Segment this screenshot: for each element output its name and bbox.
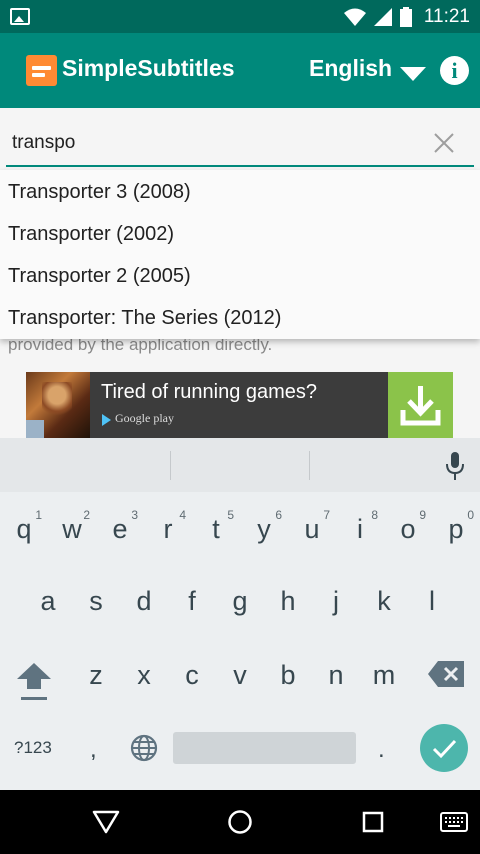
key-i[interactable]: 8i [336,508,384,545]
key-u[interactable]: 7u [288,508,336,545]
suggestion-divider [309,451,310,480]
comma-key[interactable]: , [90,736,97,764]
key-s[interactable]: s [72,586,120,617]
soft-keyboard: 1q 2w 3e 4r 5t 6y 7u 8i 9o 0p a s d f g … [0,438,480,790]
key-w[interactable]: 2w [48,508,96,545]
ad-banner[interactable]: Tired of running games? Google play [26,372,453,438]
key-l[interactable]: l [408,586,456,617]
key-q[interactable]: 1q [0,508,48,545]
suggestions-dropdown: Transporter 3 (2008) Transporter (2002) … [0,170,480,339]
space-key[interactable] [173,732,356,764]
app-logo-icon [26,55,57,86]
microphone-icon[interactable] [445,452,465,480]
suggestion-item[interactable]: Transporter 2 (2005) [0,255,480,297]
key-k[interactable]: k [360,586,408,617]
check-icon [432,739,457,759]
search-input[interactable] [12,128,392,158]
status-bar: 11:21 [0,0,480,33]
status-time: 11:21 [423,5,470,27]
recents-icon[interactable] [362,811,384,833]
key-t[interactable]: 5t [192,508,240,545]
image-notification-icon [10,8,30,25]
key-a[interactable]: a [24,586,72,617]
key-e[interactable]: 3e [96,508,144,545]
clear-icon[interactable] [432,131,456,155]
key-m[interactable]: m [360,660,408,691]
suggestion-item[interactable]: Transporter: The Series (2012) [0,297,480,339]
back-icon[interactable] [92,810,120,834]
app-bar: SimpleSubtitles English i [0,33,480,108]
key-n[interactable]: n [312,660,360,691]
key-h[interactable]: h [264,586,312,617]
app-title: SimpleSubtitles [62,55,235,81]
search-underline [6,165,474,167]
ad-download-button[interactable] [388,372,453,438]
navigation-bar [0,790,480,854]
globe-icon[interactable] [130,734,158,762]
key-c[interactable]: c [168,660,216,691]
ad-game-thumbnail[interactable] [26,372,90,438]
keyboard-switch-icon[interactable] [440,812,468,832]
symbols-key[interactable]: ?123 [14,738,52,758]
key-j[interactable]: j [312,586,360,617]
key-z[interactable]: z [72,660,120,691]
suggestion-divider [170,451,171,480]
home-icon[interactable] [227,809,253,835]
wifi-icon [343,8,366,26]
shift-icon[interactable] [17,663,51,703]
ad-title[interactable]: Tired of running games? [101,381,317,404]
period-key[interactable]: . [378,736,385,764]
search-bar [0,108,480,170]
download-icon [400,386,441,426]
keyboard-suggestion-strip [0,438,480,492]
battery-icon [399,6,412,27]
key-g[interactable]: g [216,586,264,617]
key-d[interactable]: d [120,586,168,617]
key-y[interactable]: 6y [240,508,288,545]
key-p[interactable]: 0p [432,508,480,545]
key-b[interactable]: b [264,660,312,691]
backspace-icon[interactable] [428,661,464,687]
suggestion-item[interactable]: Transporter (2002) [0,213,480,255]
key-v[interactable]: v [216,660,264,691]
info-icon[interactable]: i [440,56,469,85]
language-selector[interactable]: English [309,55,392,82]
done-key[interactable] [420,724,468,772]
cell-signal-icon [373,7,392,26]
key-o[interactable]: 9o [384,508,432,545]
key-x[interactable]: x [120,660,168,691]
google-play-icon [102,414,111,426]
ad-store-label: Google play [115,411,174,425]
key-r[interactable]: 4r [144,508,192,545]
dropdown-caret-icon[interactable] [400,67,426,81]
suggestion-item[interactable]: Transporter 3 (2008) [0,171,480,213]
key-f[interactable]: f [168,586,216,617]
